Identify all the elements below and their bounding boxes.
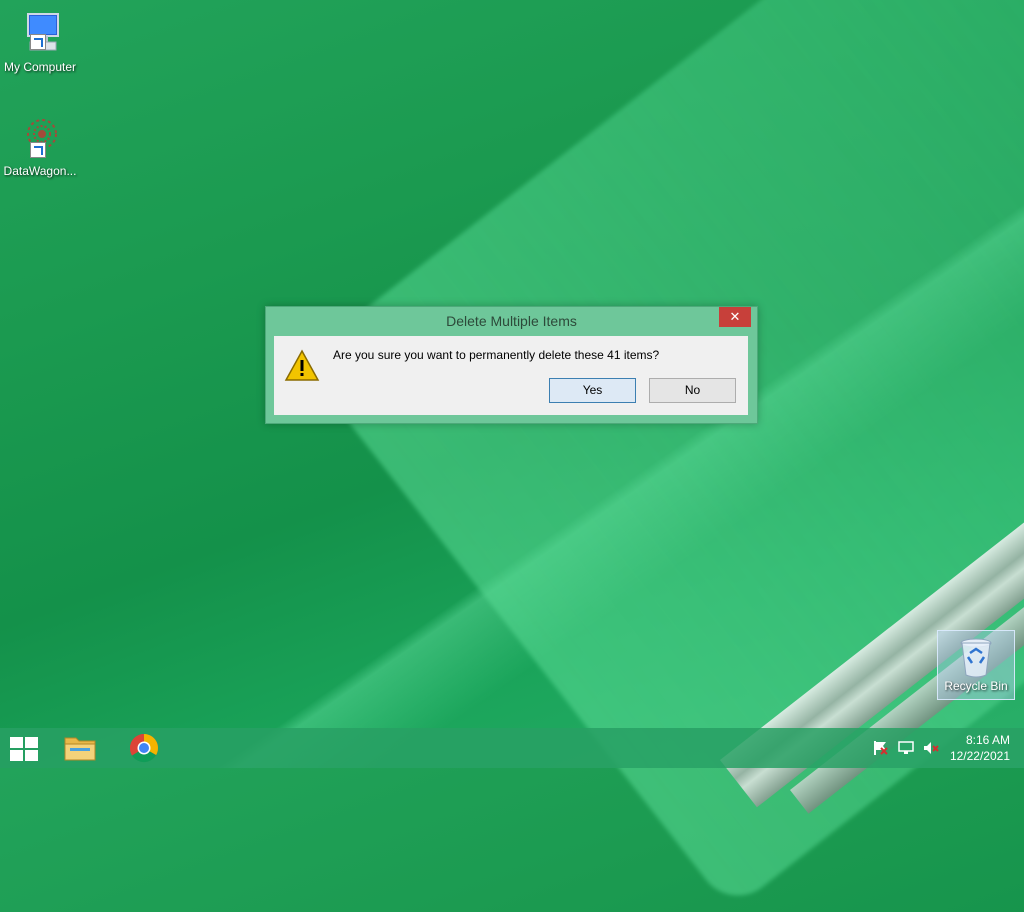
recycle-bin-label: Recycle Bin — [944, 679, 1008, 693]
start-button[interactable] — [10, 737, 38, 761]
datawagon-icon — [16, 114, 64, 162]
clock[interactable]: 8:16 AM 12/22/2021 — [950, 732, 1010, 764]
windows-logo-icon — [10, 737, 38, 761]
taskbar-file-explorer[interactable] — [62, 732, 98, 764]
taskbar-chrome[interactable] — [126, 732, 162, 764]
warning-icon — [284, 348, 320, 384]
recycle-bin-icon — [956, 635, 996, 679]
action-center-flag-icon[interactable] — [872, 740, 890, 780]
computer-icon — [16, 10, 64, 58]
desktop-icon-label: My Computer — [3, 60, 77, 74]
desktop-icon-recycle-bin[interactable]: Recycle Bin — [937, 630, 1015, 700]
dialog-title: Delete Multiple Items — [446, 313, 577, 329]
no-button[interactable]: No — [649, 378, 736, 403]
desktop-icon-my-computer[interactable]: My Computer — [0, 10, 80, 74]
close-icon: ✕ — [729, 309, 741, 324]
desktop-icon-label: DataWagon... — [3, 164, 77, 178]
delete-confirm-dialog: Delete Multiple Items ✕ Are you sure you… — [265, 306, 758, 424]
close-button[interactable]: ✕ — [719, 307, 751, 327]
wallpaper-sweep — [300, 0, 1024, 912]
chrome-icon — [129, 734, 158, 763]
dialog-body: Are you sure you want to permanently del… — [274, 336, 748, 415]
network-icon[interactable] — [897, 740, 915, 780]
clock-date: 12/22/2021 — [949, 749, 1010, 763]
clock-time: 8:16 AM — [965, 733, 1010, 747]
taskbar: 8:16 AM 12/22/2021 — [0, 728, 1024, 768]
dialog-message: Are you sure you want to permanently del… — [333, 348, 660, 362]
folder-icon — [64, 737, 96, 761]
yes-button[interactable]: Yes — [549, 378, 636, 403]
desktop-icon-datawagon[interactable]: DataWagon... — [0, 114, 80, 178]
volume-muted-icon[interactable] — [922, 740, 940, 780]
